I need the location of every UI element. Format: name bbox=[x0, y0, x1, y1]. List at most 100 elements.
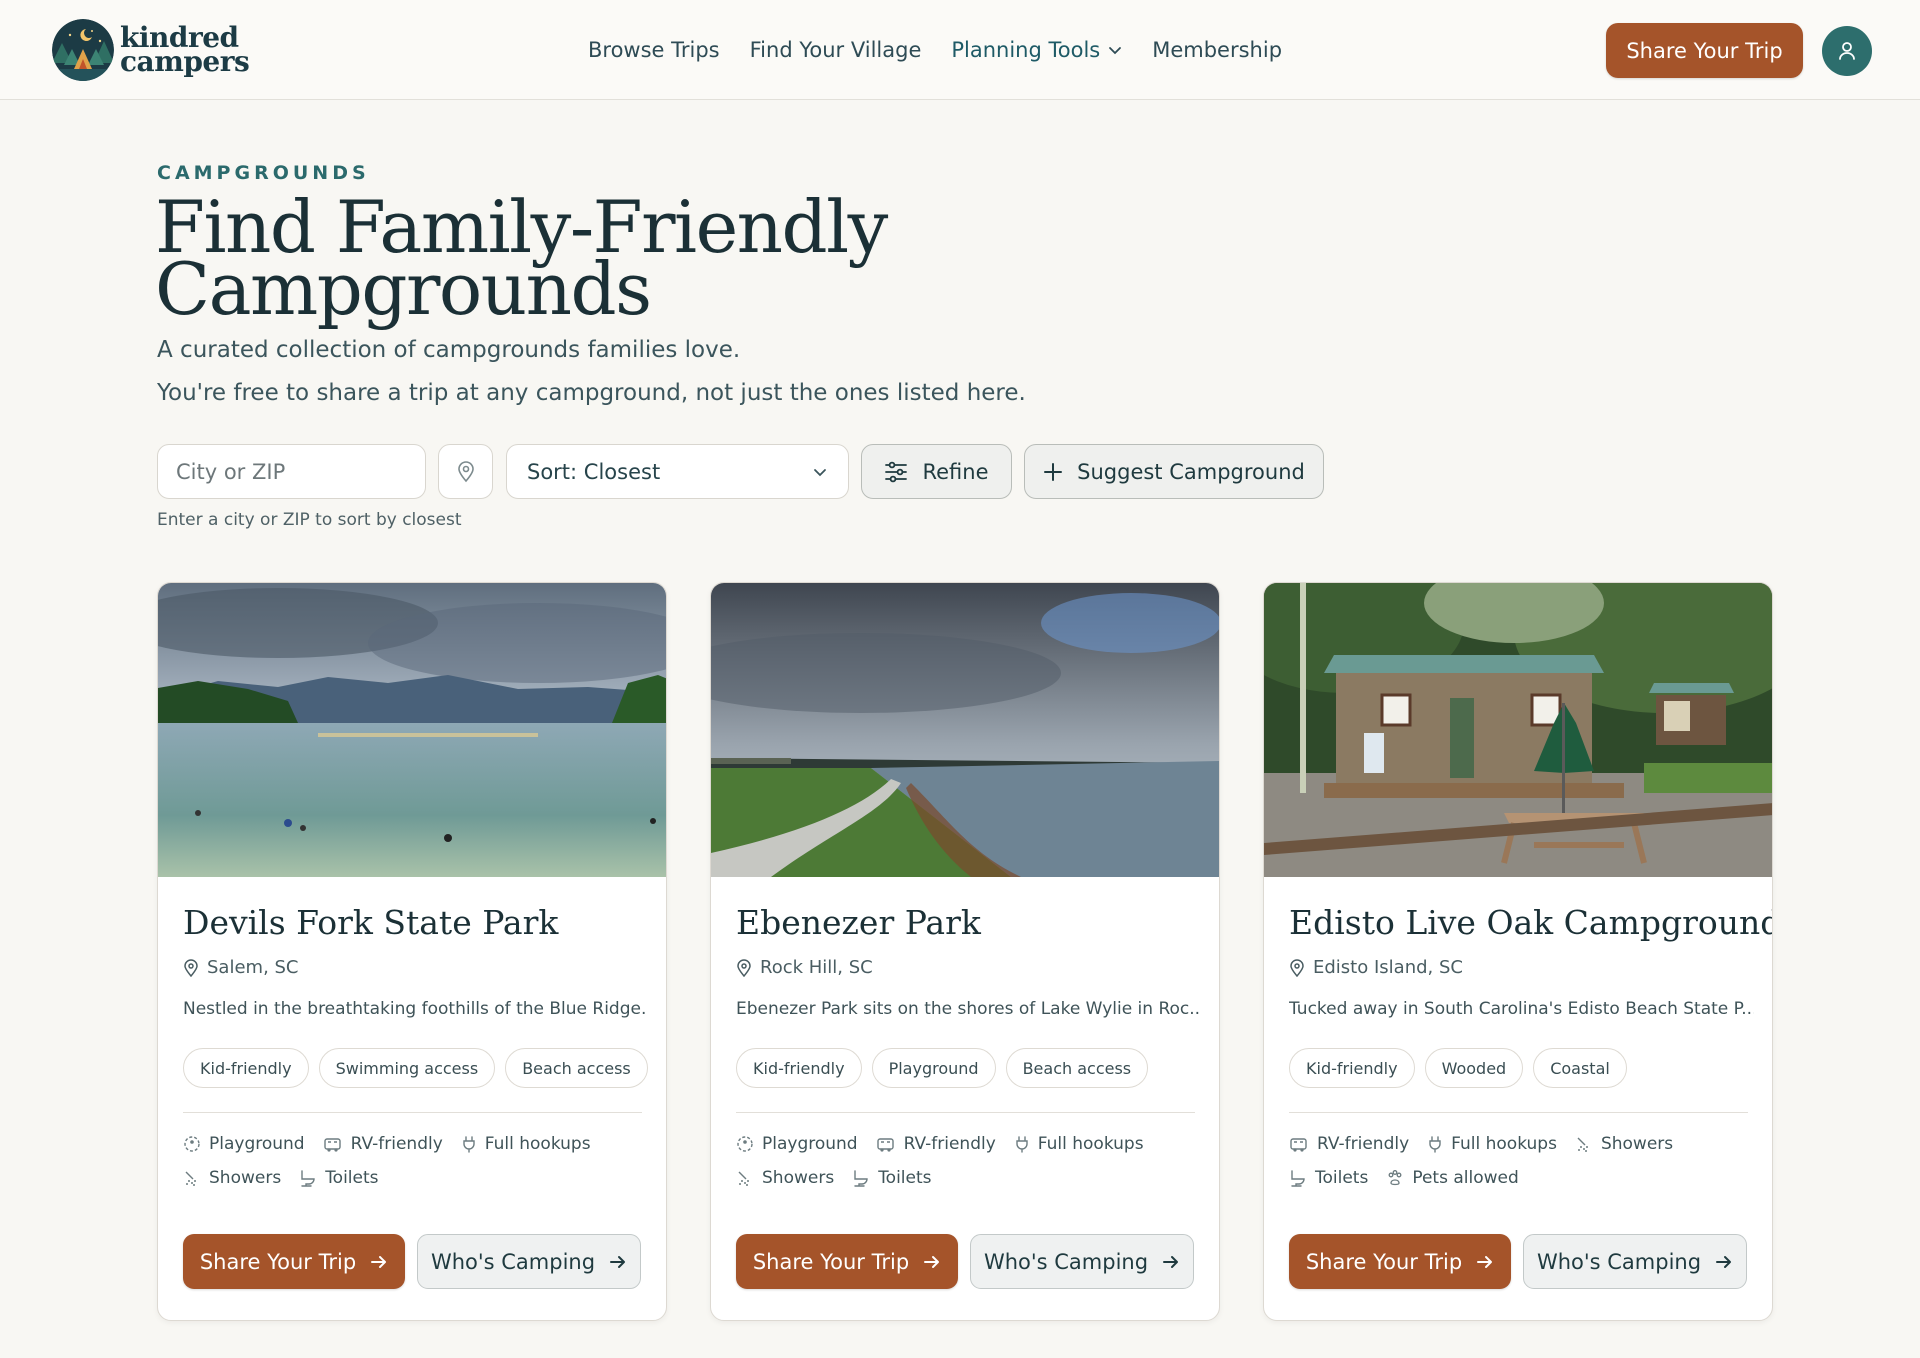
share-your-trip-button[interactable]: Share Your Trip bbox=[1289, 1234, 1511, 1289]
suggest-campground-label: Suggest Campground bbox=[1077, 459, 1305, 484]
arrow-right-icon bbox=[1715, 1253, 1733, 1271]
shower-icon bbox=[1577, 1137, 1588, 1152]
campground-name[interactable]: Edisto Live Oak Campground bbox=[1289, 903, 1772, 942]
map-pin-icon bbox=[737, 958, 751, 977]
campground-location: Salem, SC bbox=[183, 957, 299, 978]
campground-location-label: Salem, SC bbox=[207, 957, 299, 978]
tag-list: Kid-friendly Playground Beach access bbox=[736, 1048, 1158, 1088]
nav-membership[interactable]: Membership bbox=[1152, 38, 1282, 62]
user-avatar-button[interactable] bbox=[1822, 26, 1872, 76]
chevron-down-icon bbox=[814, 468, 826, 476]
amenity-label: Pets allowed bbox=[1412, 1168, 1519, 1188]
amenity-label: Toilets bbox=[878, 1168, 932, 1188]
playground-icon bbox=[184, 1136, 200, 1152]
page-title: Find Family-Friendly Campgrounds bbox=[155, 191, 1055, 325]
amenity-label: Full hookups bbox=[1037, 1134, 1144, 1154]
tag-chip: Kid-friendly bbox=[1289, 1048, 1415, 1088]
card-divider bbox=[736, 1112, 1195, 1113]
whos-camping-button[interactable]: Who's Camping bbox=[417, 1234, 641, 1289]
amenity-item: Toilets bbox=[1289, 1168, 1368, 1188]
nav-find-your-village[interactable]: Find Your Village bbox=[750, 38, 922, 62]
amenity-label: Playground bbox=[762, 1134, 858, 1154]
tag-chip: Playground bbox=[871, 1048, 996, 1088]
amenity-item: RV-friendly bbox=[1289, 1134, 1409, 1154]
campground-description: Nestled in the breathtaking foothills of… bbox=[183, 999, 648, 1019]
amenity-item: Full hookups bbox=[1014, 1134, 1144, 1154]
brand-logo[interactable]: kindred campers bbox=[52, 19, 252, 81]
city-zip-input[interactable] bbox=[176, 459, 406, 484]
whos-camping-button[interactable]: Who's Camping bbox=[970, 1234, 1194, 1289]
nav-planning-tools[interactable]: Planning Tools bbox=[951, 38, 1122, 62]
amenity-item: Showers bbox=[1575, 1134, 1673, 1154]
arrow-right-icon bbox=[1476, 1253, 1494, 1271]
amenity-item: Toilets bbox=[299, 1168, 379, 1188]
map-pin-icon bbox=[1290, 958, 1304, 977]
header-share-trip-button[interactable]: Share Your Trip bbox=[1606, 23, 1803, 78]
amenity-list: Playground RV-friendly Full hookups bbox=[183, 1134, 653, 1154]
whos-camping-label: Who's Camping bbox=[1536, 1249, 1702, 1274]
amenity-label: Showers bbox=[209, 1168, 282, 1188]
amenity-label: Playground bbox=[209, 1134, 305, 1154]
amenity-item: Full hookups bbox=[1427, 1134, 1557, 1154]
use-my-location-button[interactable] bbox=[438, 444, 493, 499]
tag-chip: Beach access bbox=[505, 1048, 648, 1088]
user-icon bbox=[1839, 42, 1855, 60]
sort-select[interactable]: Sort: Closest bbox=[506, 444, 849, 499]
amenity-label: RV-friendly bbox=[350, 1134, 443, 1154]
amenity-label: Showers bbox=[1600, 1134, 1674, 1154]
tag-chip: Wooded bbox=[1424, 1048, 1524, 1088]
refine-button[interactable]: Refine bbox=[861, 444, 1012, 499]
whos-camping-button[interactable]: Who's Camping bbox=[1523, 1234, 1747, 1289]
tag-chip: Coastal bbox=[1533, 1048, 1627, 1088]
campground-description: Tucked away in South Carolina's Edisto B… bbox=[1289, 999, 1754, 1019]
nav-browse-trips[interactable]: Browse Trips bbox=[588, 38, 720, 62]
sort-select-value: Sort: Closest bbox=[527, 459, 661, 484]
toilet-icon bbox=[1291, 1170, 1305, 1187]
top-navigation-bar: kindred campers Browse Trips Find Your V… bbox=[0, 0, 1920, 100]
amenity-item: RV-friendly bbox=[323, 1134, 443, 1154]
campfire-logo-icon bbox=[52, 19, 114, 81]
amenity-list: RV-friendly Full hookups Showers bbox=[1289, 1134, 1759, 1154]
campground-photo bbox=[711, 583, 1219, 877]
campground-card[interactable]: Devils Fork State Park Salem, SC Nestled… bbox=[157, 582, 667, 1321]
arrow-right-icon bbox=[923, 1253, 941, 1271]
tag-list: Kid-friendly Wooded Coastal bbox=[1289, 1048, 1637, 1088]
paw-icon bbox=[1388, 1170, 1402, 1186]
suggest-campground-button[interactable]: Suggest Campground bbox=[1024, 444, 1324, 499]
nav-planning-tools-label: Planning Tools bbox=[951, 38, 1101, 62]
page-subtitle-note: You're free to share a trip at any campg… bbox=[157, 380, 1026, 406]
share-your-trip-label: Share Your Trip bbox=[1305, 1249, 1463, 1274]
rv-icon bbox=[876, 1138, 894, 1152]
amenity-item: Full hookups bbox=[461, 1134, 591, 1154]
toilet-icon bbox=[854, 1170, 868, 1187]
campground-card[interactable]: Ebenezer Park Rock Hill, SC Ebenezer Par… bbox=[710, 582, 1220, 1321]
share-your-trip-button[interactable]: Share Your Trip bbox=[736, 1234, 958, 1289]
campground-name[interactable]: Ebenezer Park bbox=[736, 903, 981, 942]
share-your-trip-label: Share Your Trip bbox=[199, 1249, 357, 1274]
amenity-list: Playground RV-friendly Full hookups bbox=[736, 1134, 1206, 1154]
city-zip-field[interactable] bbox=[157, 444, 426, 499]
toilet-icon bbox=[301, 1170, 315, 1187]
amenity-item: Showers bbox=[736, 1168, 834, 1188]
brand-name-line2: campers bbox=[120, 45, 250, 78]
card-divider bbox=[183, 1112, 642, 1113]
share-your-trip-button[interactable]: Share Your Trip bbox=[183, 1234, 405, 1289]
amenity-item: RV-friendly bbox=[876, 1134, 996, 1154]
playground-icon bbox=[737, 1136, 753, 1152]
campground-card[interactable]: Edisto Live Oak Campground Edisto Island… bbox=[1263, 582, 1773, 1321]
amenity-item: Pets allowed bbox=[1386, 1168, 1519, 1188]
map-pin-icon bbox=[457, 460, 474, 482]
card-divider bbox=[1289, 1112, 1748, 1113]
campground-name[interactable]: Devils Fork State Park bbox=[183, 903, 558, 942]
refine-button-label: Refine bbox=[922, 459, 989, 484]
amenity-list: Showers Toilets bbox=[736, 1168, 1206, 1188]
amenity-label: Full hookups bbox=[1451, 1134, 1557, 1154]
tag-chip: Kid-friendly bbox=[736, 1048, 862, 1088]
plug-icon bbox=[463, 1136, 475, 1153]
campground-location-label: Edisto Island, SC bbox=[1313, 957, 1463, 978]
amenity-label: Toilets bbox=[1315, 1168, 1369, 1188]
amenity-label: RV-friendly bbox=[903, 1134, 996, 1154]
shower-icon bbox=[738, 1171, 749, 1186]
plug-icon bbox=[1429, 1136, 1441, 1153]
amenity-item: Playground bbox=[183, 1134, 305, 1154]
